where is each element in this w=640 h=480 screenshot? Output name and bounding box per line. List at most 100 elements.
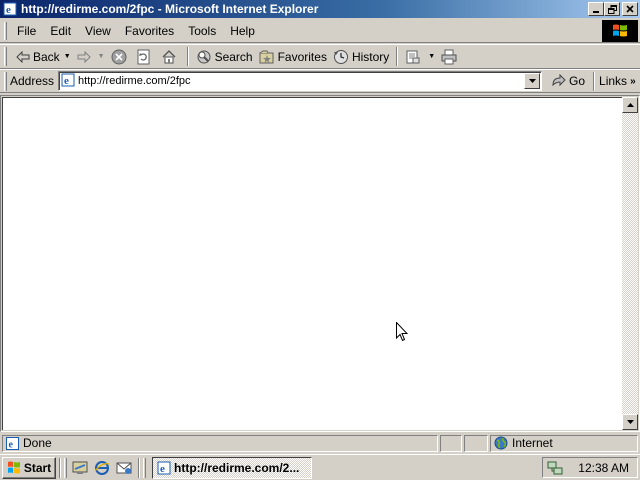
ie-logo-icon bbox=[94, 460, 110, 475]
back-arrow-icon bbox=[16, 50, 30, 63]
status-secure-pane bbox=[464, 434, 488, 452]
quicklaunch-outlook-button[interactable] bbox=[113, 457, 135, 479]
go-button[interactable]: Go bbox=[550, 74, 585, 88]
taskbar-ie-window-button[interactable]: e http://redirme.com/2... bbox=[152, 456, 312, 479]
close-icon bbox=[626, 5, 634, 13]
minimize-button[interactable] bbox=[588, 2, 604, 16]
toolbar-separator bbox=[186, 47, 189, 66]
print-button[interactable] bbox=[438, 46, 463, 68]
scroll-down-button[interactable] bbox=[622, 414, 638, 430]
favorites-button[interactable]: Favorites bbox=[256, 46, 330, 68]
search-label: Search bbox=[214, 49, 253, 64]
address-input[interactable]: e http://redirme.com/2fpc bbox=[58, 71, 543, 91]
window-title: http://redirme.com/2fpc - Microsoft Inte… bbox=[21, 2, 319, 16]
restore-icon bbox=[607, 4, 617, 14]
menu-grip[interactable] bbox=[4, 21, 7, 40]
title-bar[interactable]: e http://redirme.com/2fpc - Microsoft In… bbox=[0, 0, 640, 18]
tasks-grip[interactable] bbox=[143, 457, 146, 478]
toolbar-grip[interactable] bbox=[4, 47, 7, 66]
start-label: Start bbox=[23, 460, 52, 475]
close-button[interactable] bbox=[622, 2, 638, 16]
svg-text:e: e bbox=[64, 75, 69, 87]
menu-favorites[interactable]: Favorites bbox=[118, 22, 181, 40]
arrow-down-icon bbox=[626, 420, 634, 424]
ie-logo-icon: e bbox=[157, 461, 171, 475]
status-text: Done bbox=[23, 436, 52, 450]
mail-icon bbox=[406, 50, 420, 63]
clock[interactable]: 12:38 AM bbox=[578, 461, 629, 475]
network-icon[interactable] bbox=[547, 461, 563, 475]
mouse-cursor-icon bbox=[396, 322, 408, 342]
show-desktop-icon bbox=[72, 461, 88, 474]
outlook-express-icon bbox=[116, 462, 132, 474]
menu-help[interactable]: Help bbox=[223, 22, 262, 40]
status-bar: e Done Internet bbox=[0, 433, 640, 453]
address-bar: Address e http://redirme.com/2fpc Go Lin… bbox=[0, 69, 640, 93]
back-button[interactable]: Back ▼ bbox=[13, 46, 74, 68]
taskbar-ie-label: http://redirme.com/2... bbox=[174, 460, 300, 475]
svg-text:e: e bbox=[6, 4, 11, 16]
menu-edit[interactable]: Edit bbox=[43, 22, 78, 40]
vertical-scrollbar[interactable] bbox=[622, 97, 638, 430]
print-icon bbox=[441, 49, 457, 64]
address-dropdown-button[interactable] bbox=[524, 73, 541, 89]
windows-logo-icon bbox=[602, 20, 638, 42]
page-icon: e bbox=[61, 73, 75, 90]
history-button[interactable]: History bbox=[330, 46, 392, 68]
menu-tools[interactable]: Tools bbox=[181, 22, 223, 40]
back-label: Back bbox=[33, 49, 60, 64]
search-icon bbox=[197, 50, 211, 63]
page-icon: e bbox=[6, 436, 19, 450]
quicklaunch-grip[interactable] bbox=[64, 457, 67, 478]
mail-dropdown-icon[interactable]: ▼ bbox=[428, 53, 435, 60]
menu-view[interactable]: View bbox=[78, 22, 118, 40]
links-toolbar[interactable]: Links » bbox=[599, 74, 636, 88]
chevron-right-icon[interactable]: » bbox=[630, 76, 636, 87]
quicklaunch-desktop-button[interactable] bbox=[69, 457, 91, 479]
status-text-pane: e Done bbox=[2, 434, 438, 452]
taskbar: Start e http://redirme.com/2... 12:38 AM bbox=[0, 454, 640, 480]
svg-text:e: e bbox=[160, 463, 165, 475]
system-tray: 12:38 AM bbox=[542, 457, 638, 478]
history-label: History bbox=[351, 49, 390, 64]
toolbar-separator bbox=[396, 47, 399, 66]
history-icon bbox=[333, 49, 348, 64]
globe-icon bbox=[494, 436, 508, 450]
chevron-down-icon bbox=[528, 79, 536, 83]
search-button[interactable]: Search bbox=[193, 46, 256, 68]
scroll-up-button[interactable] bbox=[622, 97, 638, 113]
back-dropdown-icon[interactable]: ▼ bbox=[64, 53, 71, 60]
standard-toolbar: Back ▼ ▼ Search Favorites History ▼ bbox=[0, 44, 640, 69]
forward-dropdown-icon[interactable]: ▼ bbox=[98, 53, 105, 60]
windows-flag-icon bbox=[7, 461, 20, 474]
forward-arrow-icon bbox=[77, 50, 91, 63]
menu-bar: File Edit View Favorites Tools Help bbox=[0, 19, 640, 43]
start-button[interactable]: Start bbox=[2, 456, 56, 479]
ie-logo-icon: e bbox=[2, 1, 18, 17]
favorites-label: Favorites bbox=[277, 49, 327, 64]
quicklaunch-ie-button[interactable] bbox=[91, 457, 113, 479]
stop-button[interactable] bbox=[108, 46, 133, 68]
browser-viewport bbox=[0, 95, 640, 432]
address-url: http://redirme.com/2fpc bbox=[78, 75, 191, 87]
status-zone-label: Internet bbox=[512, 436, 553, 450]
stop-icon bbox=[111, 49, 127, 64]
page-content[interactable] bbox=[2, 97, 623, 430]
menu-file[interactable]: File bbox=[10, 22, 43, 40]
links-label: Links bbox=[599, 74, 628, 88]
status-zone-pane: Internet bbox=[490, 434, 638, 452]
go-arrow-icon bbox=[552, 74, 566, 87]
mail-button[interactable]: ▼ bbox=[402, 46, 438, 68]
restore-button[interactable] bbox=[604, 2, 620, 16]
refresh-button[interactable] bbox=[133, 46, 158, 68]
home-icon bbox=[162, 49, 176, 63]
taskbar-separator bbox=[138, 457, 140, 478]
status-progress-pane bbox=[440, 434, 462, 452]
address-label: Address bbox=[10, 74, 55, 88]
home-button[interactable] bbox=[158, 46, 183, 68]
go-label: Go bbox=[569, 74, 586, 88]
favorites-icon bbox=[259, 50, 274, 63]
address-grip[interactable] bbox=[4, 71, 7, 91]
taskbar-separator bbox=[59, 457, 61, 478]
forward-button[interactable]: ▼ bbox=[74, 46, 108, 68]
